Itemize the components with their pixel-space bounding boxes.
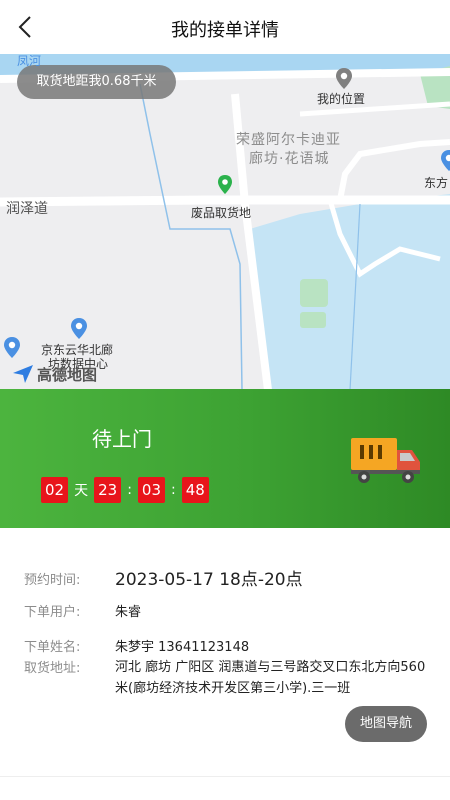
community-label: 廊坊·花语城 <box>249 151 330 167</box>
countdown-minutes: 03 <box>137 477 165 503</box>
map-provider-label: 高德地图 <box>37 366 98 384</box>
east-label: 东方 <box>424 176 449 190</box>
road <box>337 139 450 201</box>
pickup-pin-icon <box>218 175 232 194</box>
poi-pin-icon <box>441 150 450 171</box>
road-label: 润泽道 <box>6 201 48 217</box>
poi-pin-icon <box>4 337 20 358</box>
green-patch <box>300 312 326 328</box>
status-text: 待上门 <box>92 427 152 451</box>
app-header: 我的接单详情 <box>0 0 450 54</box>
order-user-value: 朱睿 <box>115 605 142 620</box>
countdown-seconds: 48 <box>181 477 209 503</box>
my-location-label: 我的位置 <box>317 92 366 106</box>
order-user-label: 下单用户: <box>24 605 81 620</box>
green-patch <box>300 279 328 307</box>
map-navigation-button[interactable]: 地图导航 <box>345 706 427 742</box>
river-label: 凤河 <box>17 54 42 68</box>
countdown-days: 02 <box>41 477 69 503</box>
map-canvas[interactable] <box>0 54 450 390</box>
order-name-value: 朱梦宇 13641123148 <box>115 640 250 655</box>
order-name-label: 下单姓名: <box>24 640 81 655</box>
countdown-separator: : <box>171 482 176 498</box>
pickup-address-label: 取货地址: <box>24 661 81 676</box>
page-title: 我的接单详情 <box>171 20 279 41</box>
appointment-time-value: 2023-05-17 18点-20点 <box>115 570 303 590</box>
countdown-separator: : <box>127 482 132 498</box>
divider <box>0 776 450 777</box>
community-label: 荣盛阿尔卡迪亚 <box>236 132 341 148</box>
lake-water <box>250 194 450 390</box>
countdown-hours: 23 <box>94 477 122 503</box>
countdown-timer: 02 天 23 : 03 : 48 <box>41 477 209 503</box>
my-location-pin-icon <box>336 68 352 89</box>
boundary-line <box>139 83 243 390</box>
truck-icon <box>351 438 420 483</box>
poi-pin-icon <box>71 318 87 339</box>
appointment-time-label: 预约时间: <box>24 573 81 588</box>
amap-logo-icon <box>13 365 33 383</box>
pickup-label: 废品取货地 <box>191 206 252 220</box>
pickup-address-value: 河北 廊坊 广阳区 润惠道与三号路交叉口东北方向560米(廊坊经济技术开发区第三… <box>115 660 426 696</box>
map-view[interactable]: 取货地距我0.68千米 凤河 我的位置 荣盛阿尔卡迪亚 廊坊·花语城 废品取货地… <box>0 54 450 390</box>
road <box>0 195 450 207</box>
distance-badge: 取货地距我0.68千米 <box>17 65 176 99</box>
countdown-day-unit: 天 <box>74 483 89 499</box>
